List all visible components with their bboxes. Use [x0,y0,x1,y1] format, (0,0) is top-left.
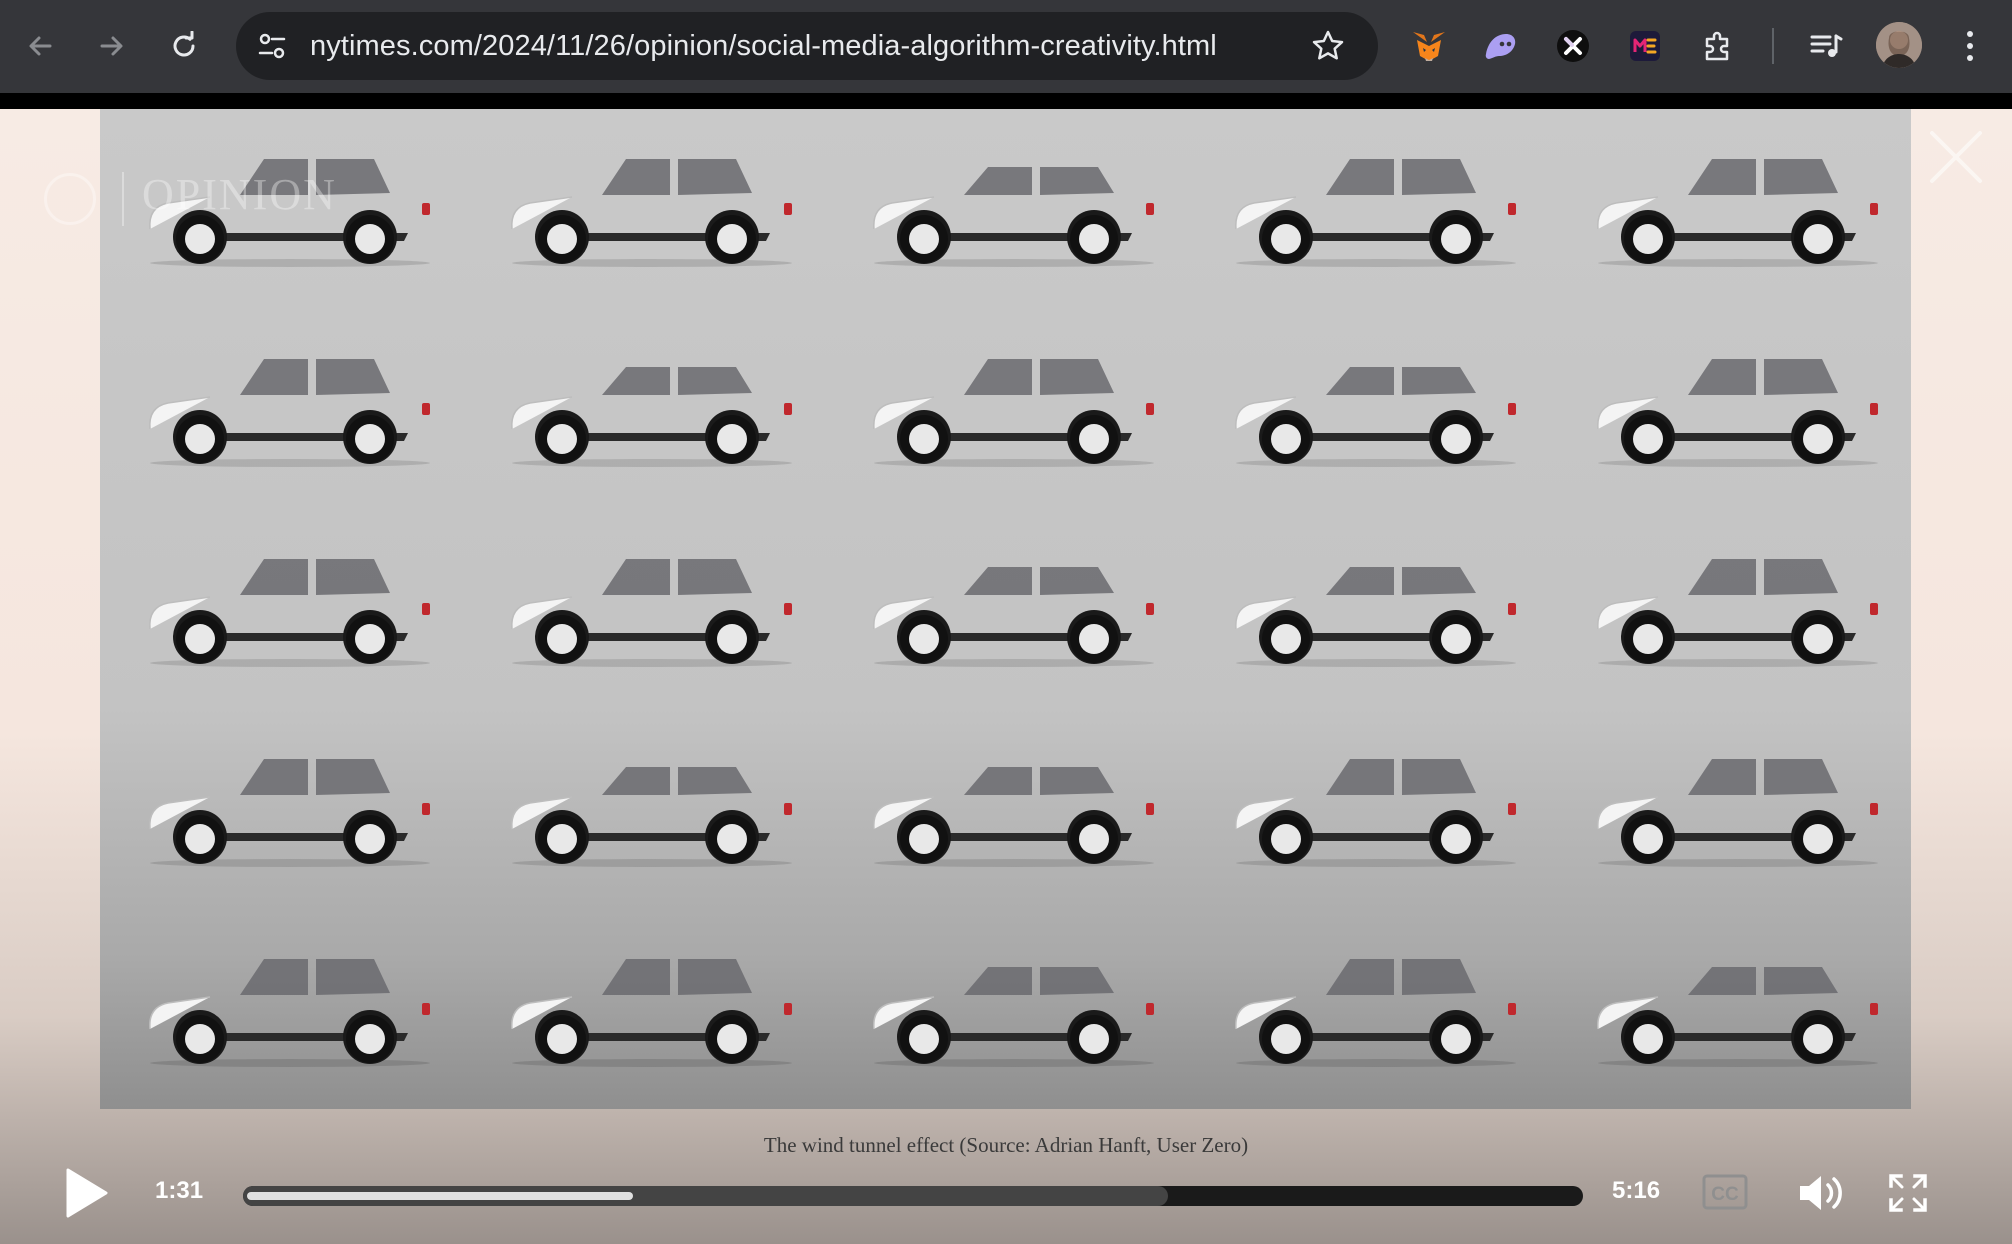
opinion-watermark: OPINION [44,169,337,226]
car-image [1597,159,1878,267]
tune-icon [258,33,286,59]
player-controls: 1:31 5:16 CC [0,1149,2012,1243]
playlist-icon [1810,34,1843,57]
car-image [1597,759,1878,867]
url-text[interactable]: nytimes.com/2024/11/26/opinion/social-me… [310,12,1217,80]
x-extension-icon [1557,30,1589,62]
captions-button[interactable]: CC [1702,1174,1748,1215]
current-time: 1:31 [155,1177,204,1204]
metamask-fox-icon [1413,32,1445,61]
car-image [1235,367,1516,467]
car-image [511,559,792,667]
car-image [149,959,430,1067]
forward-icon [100,36,123,56]
car-image [873,359,1154,467]
watermark-label: OPINION [142,170,337,219]
magic-eden-icon [1630,31,1660,61]
fullscreen-icon [1889,1174,1927,1212]
car-grid [149,159,1878,1067]
watermark-divider [122,171,124,226]
car-image [149,359,430,467]
close-icon [1930,131,1982,183]
ghost-extension-button[interactable] [1479,24,1523,68]
browser-toolbar: nytimes.com/2024/11/26/opinion/social-me… [0,0,2012,109]
car-image [1597,359,1878,467]
captions-label: CC [1711,1184,1739,1205]
car-image [1597,967,1878,1067]
forward-button[interactable] [88,22,136,70]
toolbar-divider [1772,28,1774,64]
back-icon [29,36,52,56]
car-image [511,367,792,467]
ghost-extension-icon [1485,34,1516,59]
x-extension-button[interactable] [1551,24,1595,68]
metamask-extension-button[interactable] [1407,24,1451,68]
profile-photo [1876,22,1922,68]
puzzle-icon [1705,31,1729,61]
bookmark-button[interactable] [1310,28,1346,64]
car-image [511,959,792,1067]
captions-icon: CC [1702,1174,1748,1210]
duration: 5:16 [1612,1177,1661,1204]
volume-icon [1800,1176,1842,1210]
car-image [873,967,1154,1067]
car-image [1235,159,1516,267]
star-icon [1312,30,1344,60]
car-image [149,559,430,667]
reload-button[interactable] [160,22,208,70]
car-image [873,167,1154,267]
chrome-bottom-edge [0,93,2012,109]
car-image [1235,759,1516,867]
media-controls-button[interactable] [1804,24,1848,68]
volume-button[interactable] [1796,1171,1848,1220]
reload-icon [173,31,195,57]
car-image [1235,959,1516,1067]
extensions-button[interactable] [1697,24,1741,68]
progress-bar[interactable] [243,1186,1583,1206]
car-image [511,767,792,867]
back-button[interactable] [16,22,64,70]
close-video-button[interactable] [1928,129,1984,185]
fullscreen-button[interactable] [1888,1173,1928,1218]
avatar[interactable] [1876,22,1922,68]
play-button[interactable] [64,1167,114,1223]
video-player[interactable]: OPINION The wind tunnel effect (Source: … [0,109,2012,1244]
site-info-button[interactable] [254,28,290,64]
play-icon [66,1168,108,1218]
car-image [1235,567,1516,667]
car-image [1597,559,1878,667]
car-image [873,567,1154,667]
played-range [247,1192,633,1200]
address-bar[interactable]: nytimes.com/2024/11/26/opinion/social-me… [236,12,1378,80]
car-image [873,767,1154,867]
kebab-icon [1967,31,1973,61]
magic-eden-extension-button[interactable] [1623,24,1667,68]
browser-menu-button[interactable] [1948,24,1992,68]
car-image [149,759,430,867]
nyt-logo-icon [44,172,96,225]
car-image [511,159,792,267]
video-frame [100,109,1911,1109]
